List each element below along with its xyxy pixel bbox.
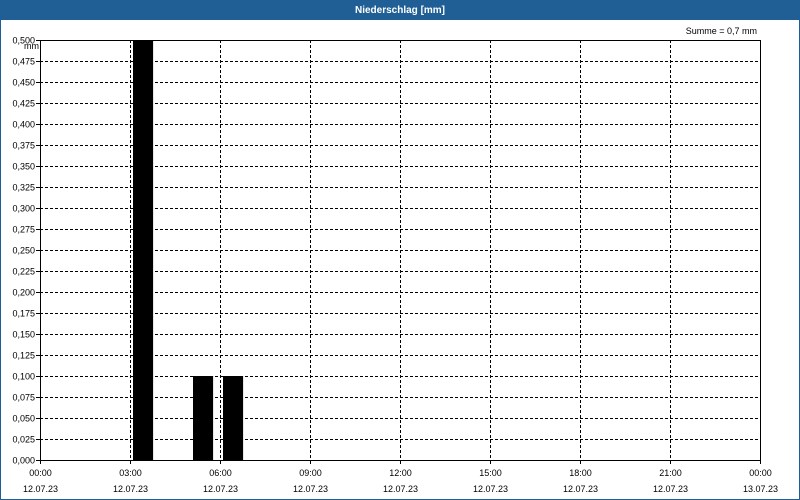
x-tick-time-label: 15:00 (479, 468, 502, 478)
precipitation-bar (223, 376, 244, 460)
y-tick-label: 0,050 (12, 414, 35, 424)
x-tick-time-label: 00:00 (749, 468, 772, 478)
y-tick-label: 0,375 (12, 141, 35, 151)
x-tick-date-label: 12.07.23 (23, 484, 58, 494)
x-tick-time-label: 12:00 (389, 468, 412, 478)
y-tick-label: 0,325 (12, 183, 35, 193)
y-axis: 0,000 0,025 0,050 0,075 0,100 0,125 0,150 0,175… (12, 36, 40, 466)
precipitation-bar (133, 40, 154, 460)
y-tick-label: 0,250 (12, 246, 35, 256)
y-tick-label: 0,275 (12, 225, 35, 235)
y-tick-label: 0,200 (12, 288, 35, 298)
x-tick-time-label: 21:00 (659, 468, 682, 478)
precipitation-chart: 0,000 0,025 0,050 0,075 0,100 0,125 0,150 0,175… (12, 36, 778, 495)
x-tick-time-label: 06:00 (209, 468, 232, 478)
y-tick-label: 0,400 (12, 120, 35, 130)
y-tick-label: 0,100 (12, 372, 35, 382)
y-tick-label: 0,300 (12, 204, 35, 214)
x-axis: 00:00 12.07.23 03:00 12.07.23 06:00 12.07.23 0… (23, 460, 778, 494)
x-tick-date-label: 12.07.23 (293, 484, 328, 494)
y-tick-label: 0,500 (12, 36, 35, 46)
y-tick-label: 0,225 (12, 267, 35, 277)
x-tick-time-label: 00:00 (29, 468, 52, 478)
y-tick-label: 0,175 (12, 309, 35, 319)
x-tick-time-label: 03:00 (119, 468, 142, 478)
y-tick-label: 0,000 (12, 456, 35, 466)
x-tick-date-label: 13.07.23 (743, 484, 778, 494)
y-tick-label: 0,350 (12, 162, 35, 172)
precipitation-bar (193, 376, 214, 460)
x-tick-time-label: 09:00 (299, 468, 322, 478)
y-tick-label: 0,125 (12, 351, 35, 361)
y-tick-label: 0,150 (12, 330, 35, 340)
x-tick-date-label: 12.07.23 (203, 484, 238, 494)
y-tick-label: 0,025 (12, 435, 35, 445)
y-tick-label: 0,425 (12, 99, 35, 109)
y-tick-label: 0,475 (12, 57, 35, 67)
x-tick-date-label: 12.07.23 (563, 484, 598, 494)
y-tick-label: 0,075 (12, 393, 35, 403)
x-tick-date-label: 12.07.23 (473, 484, 508, 494)
x-tick-date-label: 12.07.23 (383, 484, 418, 494)
x-tick-date-label: 12.07.23 (113, 484, 148, 494)
x-tick-date-label: 12.07.23 (653, 484, 688, 494)
x-tick-time-label: 18:00 (569, 468, 592, 478)
y-tick-label: 0,450 (12, 78, 35, 88)
